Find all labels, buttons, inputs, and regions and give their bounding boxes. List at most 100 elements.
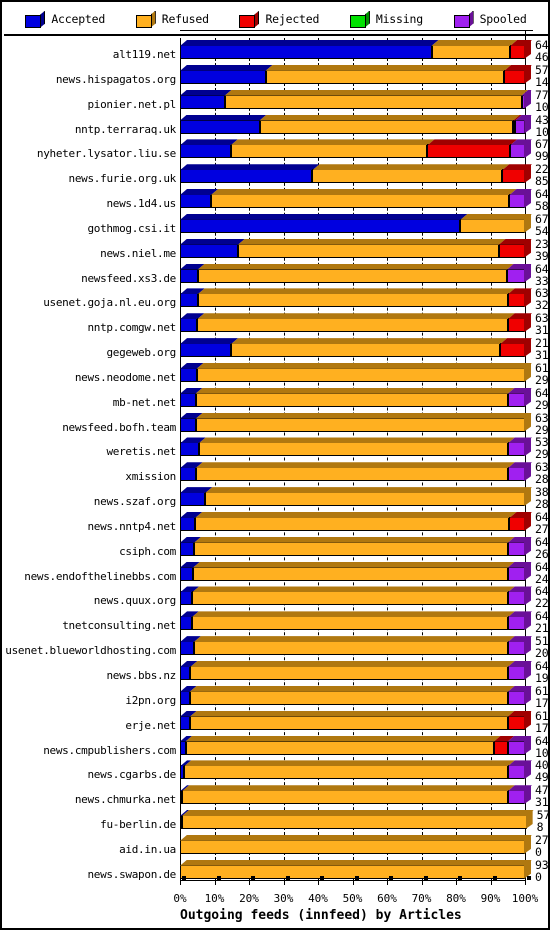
bar-segment-top-rejected	[427, 139, 518, 146]
bar-segment-spooled	[515, 119, 526, 134]
bar-row[interactable]	[180, 685, 545, 705]
bar-segment-spooled	[510, 144, 525, 159]
bar-segment-accepted	[180, 690, 190, 705]
bar-segment-accepted	[180, 218, 461, 233]
bar-segment-refused	[180, 864, 525, 879]
bar-value-labels: 5329290	[535, 436, 548, 460]
bar-segment-refused	[312, 169, 503, 184]
bar-row[interactable]	[180, 387, 545, 407]
bar-total-value: 6112	[535, 708, 549, 723]
bar-row[interactable]	[180, 611, 545, 631]
bar-segment-refused	[189, 690, 508, 705]
bar-row[interactable]	[180, 661, 545, 680]
bar-row[interactable]	[180, 263, 545, 283]
bar-segment-top-refused	[211, 189, 517, 196]
x-tick-label: 80%	[446, 892, 466, 905]
x-axis-title: Outgoing feeds (innfeed) by Articles	[180, 908, 462, 923]
bar-row[interactable]	[180, 760, 545, 780]
bar-segment-spooled	[507, 467, 525, 482]
category-label: usenet.blueworldhosting.com	[5, 644, 176, 658]
bar-row[interactable]	[180, 810, 545, 830]
bar-segment-top-refused	[231, 338, 508, 345]
bar-segment-refused	[259, 119, 514, 134]
bar-row[interactable]	[180, 859, 545, 879]
bar-segment-refused	[180, 839, 525, 854]
bar-segment-refused	[197, 318, 508, 333]
bar-row[interactable]	[180, 487, 545, 507]
bar-value-labels: 57941436	[535, 64, 548, 88]
bar-segment-refused	[198, 442, 508, 457]
bar-accepted-value: 0	[535, 844, 542, 859]
bar-row[interactable]	[180, 89, 545, 109]
bar-row[interactable]	[180, 834, 545, 854]
category-label: gothmog.csi.it	[87, 221, 176, 235]
bar-segment-accepted	[180, 293, 198, 308]
category-label: gegeweb.org	[106, 346, 176, 360]
x-tick-label: 100%	[511, 892, 539, 905]
bar-row[interactable]	[180, 462, 545, 482]
bar-accepted-value: 217	[535, 621, 549, 636]
bar-total-value: 6405	[535, 261, 549, 276]
category-label: news.bbs.nz	[106, 669, 176, 682]
bar-segment-refused	[192, 591, 508, 606]
bar-row[interactable]	[180, 735, 545, 755]
bar-row[interactable]	[180, 412, 545, 432]
category-label: fu-berlin.de	[100, 818, 176, 832]
bar-segment-refused	[196, 367, 525, 382]
bar-row[interactable]	[180, 785, 545, 805]
bar-segment-accepted	[180, 492, 206, 507]
bar-row[interactable]	[180, 189, 545, 209]
bar-segment-top-refused	[194, 536, 515, 543]
bar-row[interactable]	[180, 288, 545, 308]
category-label: news.1d4.us	[106, 197, 176, 211]
x-tick-label: 70%	[411, 892, 432, 905]
bar-row[interactable]	[180, 313, 545, 333]
bar-segment-top-accepted	[180, 164, 320, 171]
bar-value-labels: 6313293	[535, 412, 548, 436]
bar-row[interactable]	[180, 139, 545, 159]
bar-accepted-value: 103	[535, 745, 549, 760]
bar-accepted-value: 281	[535, 497, 549, 512]
bar-row[interactable]	[180, 40, 545, 59]
x-tick-label: 0%	[173, 892, 187, 905]
bar-row[interactable]	[180, 114, 545, 134]
bar-row[interactable]	[180, 561, 545, 581]
bar-row[interactable]	[180, 511, 545, 531]
bar-segment-accepted	[180, 169, 313, 184]
bar-row[interactable]	[180, 636, 545, 656]
x-tick-marker	[320, 876, 324, 880]
bar-total-value: 7781	[535, 87, 549, 102]
bar-value-labels: 9380	[535, 859, 548, 883]
bar-segment-spooled	[507, 591, 525, 606]
category-label: news.endofthelinebbs.com	[24, 569, 176, 583]
bar-row[interactable]	[180, 238, 545, 258]
bar-segment-accepted	[180, 268, 198, 283]
bar-total-value: 6427	[535, 733, 549, 748]
bar-row[interactable]	[180, 213, 545, 233]
bar-total-value: 6429	[535, 559, 549, 574]
bar-row[interactable]	[180, 362, 545, 382]
bar-segment-accepted	[180, 641, 194, 656]
bar-row[interactable]	[180, 536, 545, 556]
bar-row[interactable]	[180, 164, 545, 184]
category-label: news.szaf.org	[93, 495, 177, 509]
bar-row[interactable]	[180, 338, 545, 358]
bar-segment-refused	[224, 94, 522, 109]
bar-segment-refused	[194, 541, 508, 556]
x-tick	[352, 880, 354, 885]
bar-row[interactable]	[180, 64, 545, 84]
bar-row[interactable]	[180, 586, 545, 606]
x-tick-label: 90%	[480, 892, 501, 905]
x-tick-marker	[527, 876, 531, 880]
bar-segment-top-accepted	[180, 64, 273, 71]
chart-legend: Accepted Refused Rejected Missing Spooled	[4, 4, 548, 36]
bar-segment-rejected	[427, 144, 511, 159]
bar-segment-accepted	[180, 417, 196, 432]
x-tick	[249, 880, 250, 885]
bar-row[interactable]	[180, 710, 545, 730]
bar-segment-top-refused	[193, 561, 515, 568]
bar-segment-accepted	[180, 591, 193, 606]
bar-value-labels: 6443293	[535, 387, 548, 411]
category-label: weretis.net	[106, 445, 176, 459]
bar-row[interactable]	[180, 437, 545, 457]
